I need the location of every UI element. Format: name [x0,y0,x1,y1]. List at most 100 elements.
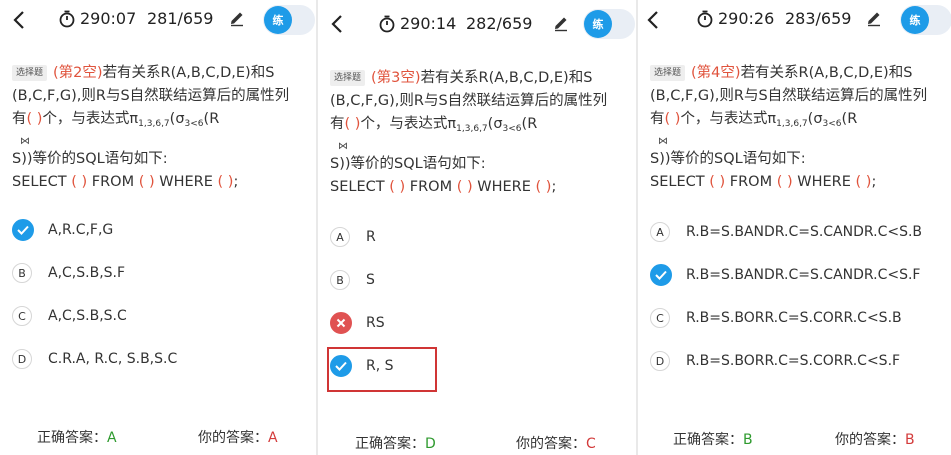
sql-keyword: ; [871,174,877,190]
your-answer-label: 你的答案： [198,430,268,446]
question-line: (σ [169,111,185,127]
join-symbol: ⋈ [20,136,30,147]
question-panel-2: 290:14 282/659 练 选择题 (第3空)若有关系R(A,B,C,D,E… [318,0,636,455]
option-letter: D [12,349,32,369]
your-answer-label: 你的答案： [516,436,586,452]
option-d[interactable]: D C.R.A, R.C, S.B,S.C [12,349,177,369]
question-line: (R [521,116,538,132]
back-arrow-icon[interactable] [8,8,32,32]
cross-icon [330,312,352,334]
question-line: 有 [12,111,27,127]
option-letter: D [650,351,670,371]
pencil-icon[interactable] [228,9,246,27]
option-letter: B [12,263,32,283]
check-icon [12,219,34,241]
your-answer: 你的答案：A [198,427,278,447]
option-text: RS [366,315,385,331]
sql-keyword: SELECT [330,179,385,195]
back-arrow-icon[interactable] [326,12,350,36]
check-icon [650,264,672,286]
question-line: S))等价的SQL语句如下: [12,151,168,167]
projection-subscript: 1,3,6,7 [138,119,170,129]
your-answer-label: 你的答案： [835,432,905,448]
question-line: S))等价的SQL语句如下: [650,151,806,167]
practice-toggle-knob: 练 [901,6,929,34]
sql-keyword: FROM [409,179,453,195]
option-text: R.B=S.BANDR.C=S.CANDR.C<S.F [686,267,921,283]
correct-answer: 正确答案：A [37,427,117,447]
blank-label: (第4空) [691,65,741,81]
question-line: 个，与表达式π [42,111,139,127]
option-c[interactable]: C R.B=S.BORR.C=S.CORR.C<S.B [650,308,902,328]
join-symbol: ⋈ [338,141,348,152]
timer-value: 290:26 [718,9,775,28]
question-line: 个，与表达式π [680,111,777,127]
question-line: S))等价的SQL语句如下: [330,156,486,172]
selection-subscript: 3<6 [184,119,204,129]
option-b[interactable]: R.B=S.BANDR.C=S.CANDR.C<S.F [650,264,921,286]
option-letter: A [650,222,670,242]
correct-answer-value: B [743,432,753,448]
timer: 290:07 [58,9,136,28]
question-progress: 283/659 [785,9,852,28]
question-type-tag: 选择题 [330,70,366,86]
option-a[interactable]: A R.B=S.BANDR.C=S.CANDR.C<S.B [650,222,922,242]
option-b[interactable]: B A,C,S.B,S.F [12,263,125,283]
answer-blank: ( ) [138,174,155,190]
question-type-tag: 选择题 [12,65,48,81]
question-line: 有 [650,111,665,127]
back-arrow-icon[interactable] [642,8,666,32]
timer: 290:26 [696,9,774,28]
option-a[interactable]: A R [330,227,376,247]
highlight-box [327,347,437,392]
sql-keyword: WHERE [797,174,851,190]
pencil-icon[interactable] [865,9,883,27]
top-bar: 290:14 282/659 练 [318,0,636,40]
option-b[interactable]: B S [330,270,375,290]
stopwatch-icon [59,10,75,27]
answer-blank: ( ) [709,174,726,190]
correct-answer-value: A [107,430,117,446]
option-text: R.B=S.BORR.C=S.CORR.C<S.B [686,310,902,326]
option-a[interactable]: A,R.C,F,G [12,219,113,241]
your-answer-value: C [586,436,596,452]
question-line: (B,C,F,G),则R与S自然联结运算后的属性列 [330,93,608,109]
option-text: A,R.C,F,G [48,222,114,238]
practice-mode-toggle[interactable]: 练 [583,9,635,39]
correct-answer: 正确答案：B [673,429,753,449]
practice-mode-toggle[interactable]: 练 [900,5,951,35]
stopwatch-icon [697,10,713,27]
question-line: (R [203,111,220,127]
question-progress: 282/659 [466,14,533,33]
option-text: R.B=S.BANDR.C=S.CANDR.C<S.B [686,224,923,240]
option-c[interactable]: C A,C,S.B,S.C [12,306,127,326]
your-answer: 你的答案：B [835,429,915,449]
timer-value: 290:14 [400,14,457,33]
sql-keyword: ; [551,179,557,195]
option-d[interactable]: D R.B=S.BORR.C=S.CORR.C<S.F [650,351,900,371]
option-c[interactable]: RS [330,312,385,334]
top-bar: 290:26 283/659 练 [638,0,951,40]
question-line: 若有关系R(A,B,C,D,E)和S [740,65,913,81]
option-letter: A [330,227,350,247]
question-panel-1: 290:07 281/659 练 选择题 (第2空)若有关系R(A,B,C,D,E… [0,0,316,455]
practice-mode-toggle[interactable]: 练 [263,5,315,35]
timer-value: 290:07 [80,9,137,28]
question-text: 选择题 (第4空)若有关系R(A,B,C,D,E)和S (B,C,F,G),则R与… [650,62,945,194]
question-line: 个，与表达式π [360,116,457,132]
correct-answer-label: 正确答案： [355,436,425,452]
question-line: (σ [487,116,503,132]
correct-answer-value: D [425,436,436,452]
question-line: 有 [330,116,345,132]
option-text: S [366,272,375,288]
answer-blank: ( ) [217,174,234,190]
sql-keyword: SELECT [12,174,67,190]
selection-subscript: 3<6 [822,119,842,129]
pencil-icon[interactable] [552,14,570,32]
option-text: C.R.A, R.C, S.B,S.C [48,351,178,367]
question-line: (R [841,111,858,127]
projection-subscript: 1,3,6,7 [456,124,488,134]
question-line: 若有关系R(A,B,C,D,E)和S [420,70,593,86]
blank-label: (第2空) [53,65,103,81]
answer-blank: ( ) [71,174,88,190]
